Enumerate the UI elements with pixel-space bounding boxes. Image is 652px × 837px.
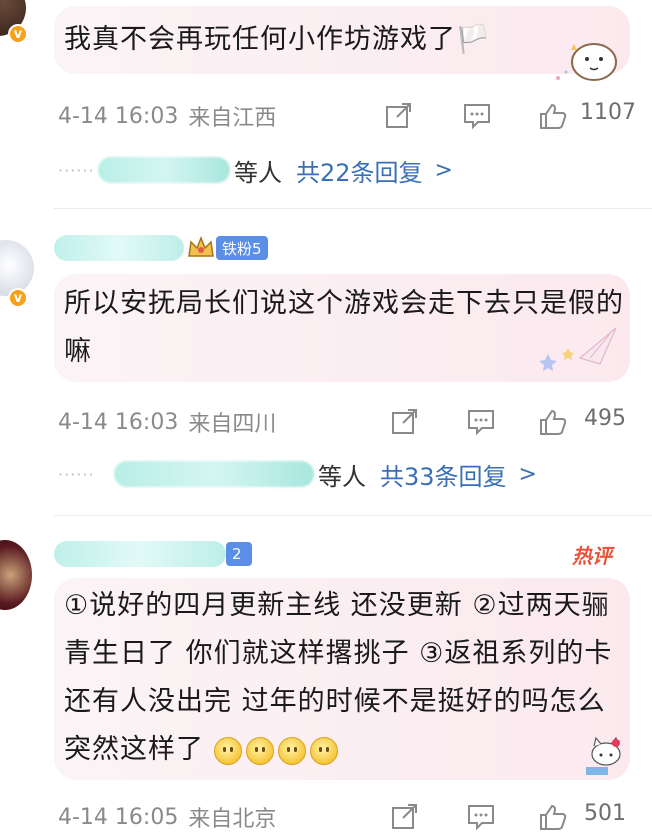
thumbs-up-icon[interactable] [538, 803, 568, 831]
comment-text: ①说好的四月更新主线 还没更新 ②过两天骊青生日了 你们就这样撂挑子 ③返祖系列… [64, 582, 620, 774]
like-count: 1107 [580, 100, 636, 125]
smile-emoji-icon [309, 736, 338, 765]
kitty-sticker-icon [586, 736, 621, 775]
comment-text: 我真不会再玩任何小作坊游戏了🏳️ [64, 24, 491, 55]
reply-dots: ······ [58, 160, 95, 180]
thumbs-up-icon[interactable] [538, 408, 568, 436]
action-bar: 501 [384, 799, 638, 835]
comment-bubble: 所以安抚局长们说这个游戏会走下去只是假的嘛 [54, 274, 630, 382]
smile-emoji-icon [245, 736, 274, 765]
timestamp: 4-14 16:03 [58, 103, 179, 129]
comment-2: v 铁粉5 所以安抚局长们说这个游戏会走下去只是假的嘛 4-14 16:03 来… [0, 210, 652, 515]
reply-summary[interactable]: ······ 等人 共22条回复 > [58, 150, 453, 190]
reply-total-link[interactable]: 共22条回复 [296, 153, 423, 188]
share-icon[interactable] [384, 102, 414, 130]
comment-meta: 4-14 16:03 来自江西 1107 [58, 98, 638, 134]
share-icon[interactable] [390, 803, 420, 831]
divider [54, 208, 652, 209]
thumbs-up-icon[interactable] [538, 102, 568, 130]
avatar[interactable] [0, 540, 32, 610]
hot-comment-badge: 热评 [572, 544, 612, 568]
smile-emoji-icon [277, 736, 306, 765]
reply-summary[interactable]: ······ 等人 共33条回复 > [58, 454, 537, 494]
comment-meta: 4-14 16:05 来自北京 501 [58, 799, 638, 835]
comment-icon[interactable] [462, 102, 492, 130]
timestamp: 4-14 16:05 [58, 804, 179, 830]
username-redacted[interactable] [54, 235, 184, 261]
like-count: 495 [584, 406, 626, 431]
location: 来自四川 [188, 412, 277, 437]
comment-3: 2 热评 ①说好的四月更新主线 还没更新 ②过两天骊青生日了 你们就这样撂挑子 … [0, 516, 652, 837]
action-bar: 1107 [384, 98, 638, 134]
sticker-decoration-icon [556, 43, 617, 81]
reply-suffix: 等人 [234, 158, 282, 187]
origami-decoration-icon [539, 327, 617, 371]
fan-badge: 铁粉5 [216, 236, 268, 260]
reply-suffix: 等人 [318, 462, 366, 491]
redacted-names [114, 461, 314, 487]
reply-dots: ······ [58, 464, 95, 484]
comment-icon[interactable] [466, 408, 496, 436]
action-bar: 495 [384, 404, 638, 440]
share-icon[interactable] [390, 408, 420, 436]
username-redacted[interactable] [54, 541, 226, 567]
location: 来自北京 [188, 807, 277, 832]
verified-badge-icon: v [8, 24, 28, 44]
crown-icon [188, 235, 214, 257]
comment-bubble: 我真不会再玩任何小作坊游戏了🏳️ [54, 6, 630, 81]
timestamp: 4-14 16:03 [58, 409, 179, 435]
fan-badge: 2 [226, 542, 252, 566]
chevron-right-icon[interactable]: > [519, 462, 537, 487]
chevron-right-icon[interactable]: > [435, 158, 453, 183]
reply-total-link[interactable]: 共33条回复 [380, 457, 507, 492]
comment-text-body: ①说好的四月更新主线 还没更新 ②过两天骊青生日了 你们就这样撂挑子 ③返祖系列… [64, 590, 613, 765]
comment-bubble: ①说好的四月更新主线 还没更新 ②过两天骊青生日了 你们就这样撂挑子 ③返祖系列… [54, 578, 630, 780]
smile-emoji-icon [213, 736, 242, 765]
location: 来自江西 [188, 106, 277, 131]
comment-meta: 4-14 16:03 来自四川 495 [58, 404, 638, 440]
comment-icon[interactable] [466, 803, 496, 831]
like-count: 501 [584, 801, 626, 826]
redacted-names [98, 157, 230, 183]
verified-badge-icon: v [8, 288, 28, 308]
comment-1: v 我真不会再玩任何小作坊游戏了🏳️ 4-14 16:03 来自江西 1107 … [0, 0, 652, 205]
